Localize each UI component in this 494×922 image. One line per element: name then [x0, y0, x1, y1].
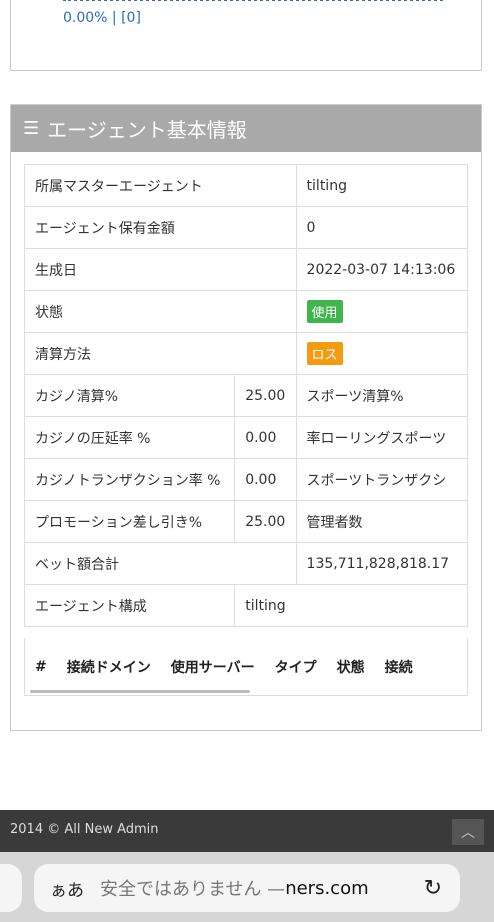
row-label: カジノトランザクション率 % [23, 458, 236, 501]
row-value: 2022-03-07 14:13:06 [295, 248, 469, 291]
col-index: # [35, 658, 47, 675]
settlement-badge: ロス [306, 342, 343, 365]
page-footer: 2014 © All New Admin ︿ [0, 810, 494, 852]
row-label: エージェント保有金額 [24, 206, 297, 249]
row-label: 所属マスターエージェント [24, 164, 297, 207]
row-label: エージェント構成 [23, 584, 236, 627]
address-bar[interactable]: ぁあ 安全ではありません — ners.com ↻ [34, 864, 460, 912]
url-domain: ners.com [285, 877, 369, 899]
row-value: 0 [295, 206, 469, 249]
col-domain: 接続ドメイン [66, 659, 151, 676]
table-row: エージェント保有金額 0 [24, 206, 469, 249]
row-label-2: スポーツ清算% [295, 374, 469, 417]
status-badge: 使用 [306, 300, 343, 323]
panel-header: ☰ エージェント基本情報 [11, 105, 481, 152]
row-label-2: スポーツトランザクシ [295, 458, 469, 501]
footer-copyright: 2014 © All New Admin [10, 822, 159, 837]
row-label: 状態 [24, 290, 297, 333]
row-label: 生成日 [24, 248, 297, 291]
row-label: 清算方法 [24, 332, 297, 375]
col-status: 状態 [336, 659, 365, 676]
horizontal-scrollbar[interactable] [30, 690, 250, 693]
table-row: プロモーション差し引き% 25.00 管理者数 [23, 500, 469, 543]
row-value: 0.00 [234, 458, 297, 501]
row-label-2: 管理者数 [295, 500, 469, 543]
previous-card: 0.00% | [0] [10, 0, 482, 71]
row-label: ベット額合計 [24, 542, 297, 585]
row-value-cell: 使用 [295, 290, 469, 333]
domain-table-header: # 接続ドメイン 使用サーバー タイプ 状態 接続 [24, 638, 468, 696]
previous-tab[interactable] [0, 864, 22, 912]
row-value: 135,711,828,818.17 [295, 542, 469, 585]
panel-title: エージェント基本情報 [47, 118, 247, 142]
col-server: 使用サーバー [170, 659, 255, 676]
row-value: 0.00 [234, 416, 297, 459]
row-value: tilting [234, 584, 468, 627]
summary-link-line[interactable]: 0.00% | [0] [63, 10, 141, 26]
table-row: ベット額合計 135,711,828,818.17 [24, 542, 469, 585]
table-row: カジノの圧延率 % 0.00 率ローリングスポーツ [23, 416, 469, 459]
agent-info-table: 所属マスターエージェント tilting エージェント保有金額 0 生成日 20… [23, 164, 469, 627]
col-connect: 接続 [384, 659, 413, 676]
security-warning: 安全ではありません — [100, 879, 286, 900]
row-value: 25.00 [234, 374, 297, 417]
row-label-2: 率ローリングスポーツ [295, 416, 469, 459]
reload-icon[interactable]: ↻ [424, 876, 442, 901]
table-row: 清算方法 ロス [24, 332, 469, 375]
table-row: 状態 使用 [24, 290, 469, 333]
browser-bar: ぁあ 安全ではありません — ners.com ↻ [0, 852, 494, 922]
row-label: プロモーション差し引き% [23, 500, 236, 543]
chevron-up-icon: ︿ [461, 825, 475, 841]
scroll-top-button[interactable]: ︿ [452, 819, 484, 845]
table-row: カジノ清算% 25.00 スポーツ清算% [23, 374, 469, 417]
row-value-cell: ロス [295, 332, 469, 375]
table-row: 生成日 2022-03-07 14:13:06 [24, 248, 469, 291]
table-row: エージェント構成 tilting [23, 584, 468, 627]
menu-icon: ☰ [23, 118, 40, 139]
table-row: 所属マスターエージェント tilting [24, 164, 469, 207]
col-type: タイプ [274, 659, 317, 676]
row-label: カジノ清算% [23, 374, 236, 417]
row-value: tilting [295, 164, 469, 207]
table-row: カジノトランザクション率 % 0.00 スポーツトランザクシ [23, 458, 469, 501]
reader-settings-button[interactable]: ぁあ [50, 876, 84, 901]
row-label: カジノの圧延率 % [23, 416, 236, 459]
truncated-links [63, 0, 443, 7]
row-value: 25.00 [234, 500, 297, 543]
